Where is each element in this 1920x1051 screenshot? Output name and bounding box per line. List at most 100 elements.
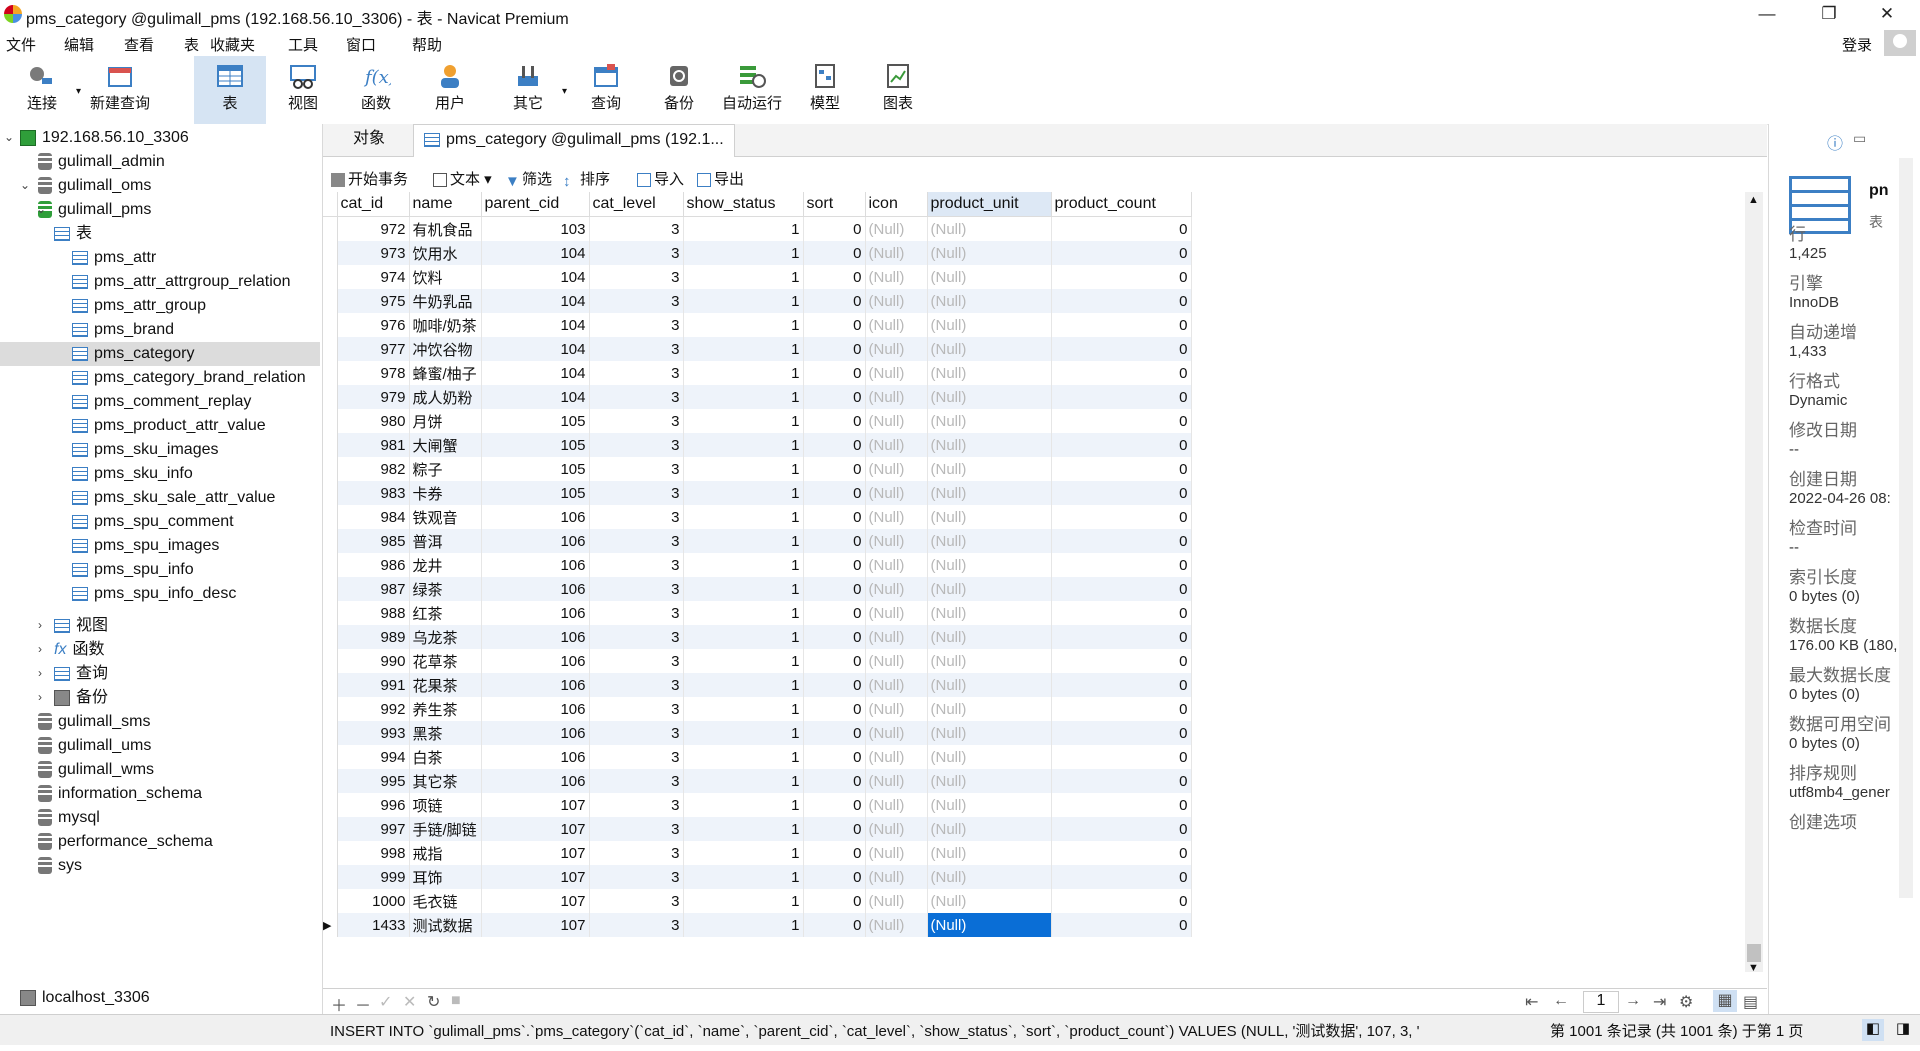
cell-cat-id[interactable]: 998 xyxy=(337,841,410,865)
cell-cat-level[interactable]: 3 xyxy=(589,289,684,313)
row-selector[interactable] xyxy=(323,216,338,241)
panel-toggle-right-icon[interactable]: ◨ xyxy=(1892,1019,1914,1041)
tree-db[interactable]: gulimall_wms xyxy=(38,758,154,782)
cell-parent-cid[interactable]: 105 xyxy=(481,457,590,481)
table-row[interactable]: 993 黑茶 106 3 1 0 (Null) (Null) 0 xyxy=(323,721,1192,745)
row-selector[interactable] xyxy=(323,577,338,601)
cell-product-unit[interactable]: (Null) xyxy=(927,697,1052,721)
cell-product-unit[interactable]: (Null) xyxy=(927,841,1052,865)
cell-name[interactable]: 龙井 xyxy=(409,553,482,577)
cell-product-count[interactable]: 0 xyxy=(1051,241,1192,265)
cell-cat-id[interactable]: 996 xyxy=(337,793,410,817)
cell-product-count[interactable]: 0 xyxy=(1051,265,1192,289)
cell-product-unit[interactable]: (Null) xyxy=(927,601,1052,625)
row-selector[interactable] xyxy=(323,721,338,745)
tree-table-item[interactable]: pms_attr_attrgroup_relation xyxy=(72,270,291,294)
cell-cat-level[interactable]: 3 xyxy=(589,817,684,841)
cell-icon[interactable]: (Null) xyxy=(865,289,928,313)
last-page-icon[interactable]: ⇥ xyxy=(1653,992,1666,1012)
cell-sort[interactable]: 0 xyxy=(803,457,866,481)
row-selector[interactable] xyxy=(323,481,338,505)
tree-queries[interactable]: 查询 xyxy=(54,662,108,686)
stop-icon[interactable]: ■ xyxy=(451,992,461,1010)
cell-product-count[interactable]: 0 xyxy=(1051,577,1192,601)
cell-cat-id[interactable]: 994 xyxy=(337,745,410,769)
row-selector[interactable] xyxy=(323,697,338,721)
cell-icon[interactable]: (Null) xyxy=(865,361,928,385)
expand-chevron-icon[interactable]: ⌄ xyxy=(4,130,14,144)
column-header-cat-level[interactable]: cat_level xyxy=(589,192,684,217)
cell-show-status[interactable]: 1 xyxy=(683,216,804,241)
connection-dropdown-icon[interactable]: ▾ xyxy=(76,86,81,97)
table-row[interactable]: ▶ 1433 测试数据 107 3 1 0 (Null) (Null) 0 xyxy=(323,913,1192,937)
tree-table-item[interactable]: pms_spu_images xyxy=(72,534,219,558)
cell-cat-id[interactable]: 989 xyxy=(337,625,410,649)
cell-cat-id[interactable]: 972 xyxy=(337,216,410,241)
cell-name[interactable]: 花果茶 xyxy=(409,673,482,697)
tree-table-item[interactable]: pms_product_attr_value xyxy=(72,414,266,438)
cell-parent-cid[interactable]: 106 xyxy=(481,673,590,697)
cell-name[interactable]: 绿茶 xyxy=(409,577,482,601)
cell-cat-id[interactable]: 991 xyxy=(337,673,410,697)
cell-cat-id[interactable]: 974 xyxy=(337,265,410,289)
tree-functions[interactable]: fx 函数 xyxy=(54,638,104,662)
cell-sort[interactable]: 0 xyxy=(803,817,866,841)
cell-icon[interactable]: (Null) xyxy=(865,649,928,673)
cell-show-status[interactable]: 1 xyxy=(683,889,804,913)
cell-name[interactable]: 白茶 xyxy=(409,745,482,769)
cell-show-status[interactable]: 1 xyxy=(683,601,804,625)
cell-parent-cid[interactable]: 104 xyxy=(481,265,590,289)
cell-cat-level[interactable]: 3 xyxy=(589,457,684,481)
row-selector[interactable] xyxy=(323,385,338,409)
cell-product-unit[interactable]: (Null) xyxy=(927,793,1052,817)
cell-product-count[interactable]: 0 xyxy=(1051,337,1192,361)
tree-table-item[interactable]: pms_sku_info xyxy=(72,462,193,486)
table-row[interactable]: 979 成人奶粉 104 3 1 0 (Null) (Null) 0 xyxy=(323,385,1192,409)
row-selector[interactable] xyxy=(323,313,338,337)
expand-chevron-icon[interactable]: ⌄ xyxy=(20,178,30,192)
settings-gear-icon[interactable]: ⚙ xyxy=(1679,992,1693,1012)
cell-cat-level[interactable]: 3 xyxy=(589,721,684,745)
cell-product-count[interactable]: 0 xyxy=(1051,505,1192,529)
cell-cat-id[interactable]: 999 xyxy=(337,865,410,889)
table-row[interactable]: 999 耳饰 107 3 1 0 (Null) (Null) 0 xyxy=(323,865,1192,889)
cell-parent-cid[interactable]: 107 xyxy=(481,817,590,841)
table-row[interactable]: 995 其它茶 106 3 1 0 (Null) (Null) 0 xyxy=(323,769,1192,793)
cell-name[interactable]: 测试数据 xyxy=(409,913,482,937)
cell-name[interactable]: 毛衣链 xyxy=(409,889,482,913)
cell-cat-id[interactable]: 993 xyxy=(337,721,410,745)
grid-view-icon[interactable]: ▦ xyxy=(1713,990,1737,1012)
cell-name[interactable]: 饮料 xyxy=(409,265,482,289)
cell-icon[interactable]: (Null) xyxy=(865,865,928,889)
cell-product-unit[interactable]: (Null) xyxy=(927,673,1052,697)
cell-cat-level[interactable]: 3 xyxy=(589,216,684,241)
row-selector[interactable] xyxy=(323,889,338,913)
table-row[interactable]: 991 花果茶 106 3 1 0 (Null) (Null) 0 xyxy=(323,673,1192,697)
sort-button[interactable]: ↕ 排序 xyxy=(563,168,610,190)
cell-cat-level[interactable]: 3 xyxy=(589,481,684,505)
cell-product-count[interactable]: 0 xyxy=(1051,649,1192,673)
cell-name[interactable]: 大闸蟹 xyxy=(409,433,482,457)
cell-show-status[interactable]: 1 xyxy=(683,913,804,937)
cell-sort[interactable]: 0 xyxy=(803,649,866,673)
cell-name[interactable]: 冲饮谷物 xyxy=(409,337,482,361)
prev-page-icon[interactable]: ← xyxy=(1553,992,1569,1010)
cell-sort[interactable]: 0 xyxy=(803,505,866,529)
row-selector[interactable] xyxy=(323,457,338,481)
collapse-chevron-icon[interactable]: › xyxy=(38,642,42,656)
cell-parent-cid[interactable]: 104 xyxy=(481,289,590,313)
cell-sort[interactable]: 0 xyxy=(803,433,866,457)
cell-product-unit[interactable]: (Null) xyxy=(927,216,1052,241)
cell-product-unit[interactable]: (Null) xyxy=(927,505,1052,529)
table-row[interactable]: 982 粽子 105 3 1 0 (Null) (Null) 0 xyxy=(323,457,1192,481)
cell-cat-id[interactable]: 1000 xyxy=(337,889,410,913)
cell-product-count[interactable]: 0 xyxy=(1051,216,1192,241)
cell-parent-cid[interactable]: 104 xyxy=(481,241,590,265)
row-selector[interactable] xyxy=(323,433,338,457)
table-row[interactable]: 996 项链 107 3 1 0 (Null) (Null) 0 xyxy=(323,793,1192,817)
tree-table-item[interactable]: pms_sku_sale_attr_value xyxy=(72,486,275,510)
cell-name[interactable]: 项链 xyxy=(409,793,482,817)
cell-show-status[interactable]: 1 xyxy=(683,697,804,721)
cell-cat-id[interactable]: 981 xyxy=(337,433,410,457)
tab-pms-category[interactable]: pms_category @gulimall_pms (192.1... xyxy=(413,124,735,157)
